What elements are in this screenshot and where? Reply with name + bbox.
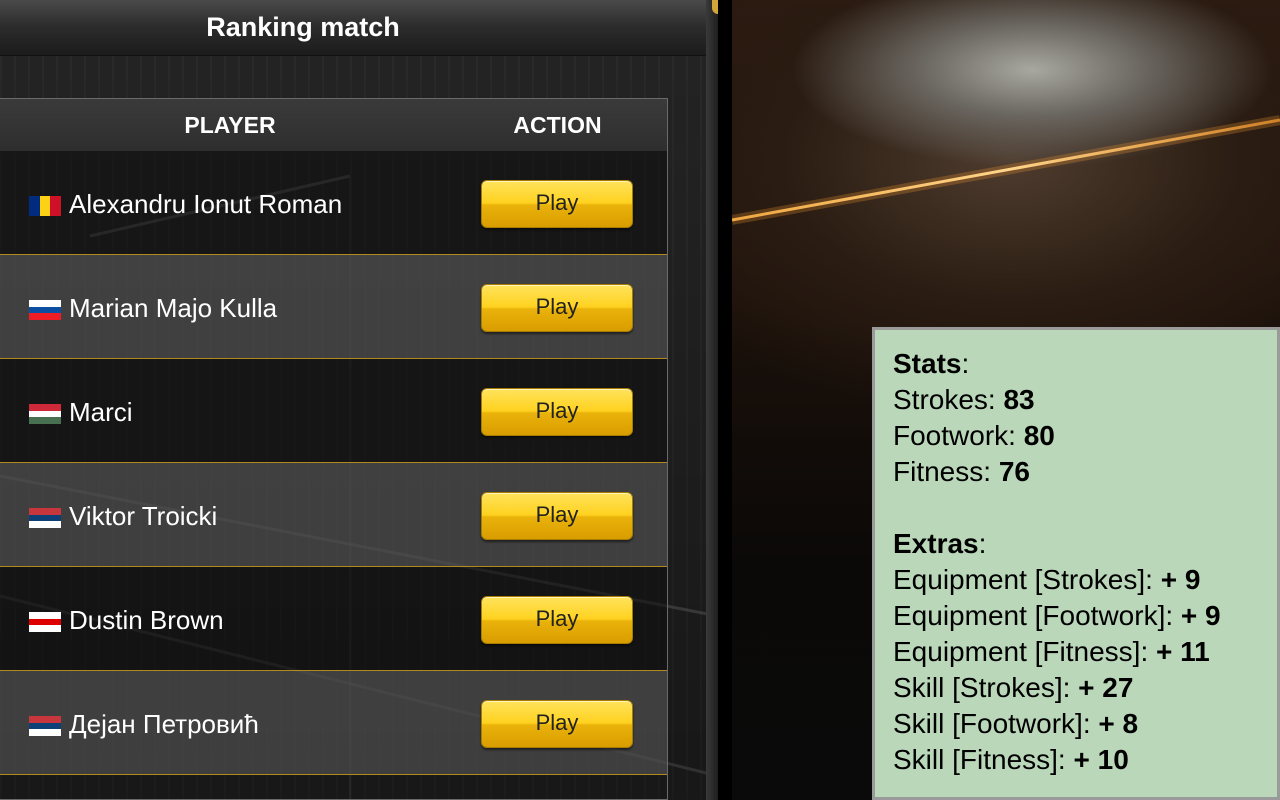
play-button[interactable]: Play xyxy=(481,388,633,436)
extra-value: + 9 xyxy=(1160,564,1201,595)
table-row: Дејан Петровић Play xyxy=(0,671,667,775)
player-name[interactable]: Marian Majo Kulla xyxy=(69,290,277,326)
extra-skill-footwork: Skill [Footwork]: + 8 xyxy=(893,706,1277,742)
panel-corner-accent xyxy=(712,0,718,14)
player-name[interactable]: Marci xyxy=(69,394,133,430)
table-row: Marci Play xyxy=(0,359,667,463)
stat-strokes: Strokes: 83 xyxy=(893,382,1277,418)
play-button[interactable]: Play xyxy=(481,492,633,540)
extra-label: Equipment [Fitness]: xyxy=(893,636,1157,667)
stats-panel: Stats: Strokes: 83 Footwork: 80 Fitness:… xyxy=(872,327,1280,800)
extra-value: + 11 xyxy=(1156,636,1210,667)
player-name[interactable]: Dustin Brown xyxy=(69,602,224,638)
extra-value: + 10 xyxy=(1073,744,1129,775)
extra-value: + 8 xyxy=(1098,708,1139,739)
table-row: Viktor Troicki Play xyxy=(0,463,667,567)
extras-heading: Extras xyxy=(893,528,979,559)
extra-label: Equipment [Footwork]: xyxy=(893,600,1181,631)
colon: : xyxy=(978,528,987,559)
panel-edge xyxy=(706,0,718,800)
stat-fitness: Fitness: 76 xyxy=(893,454,1277,490)
extra-equipment-strokes: Equipment [Strokes]: + 9 xyxy=(893,562,1277,598)
extras-heading-line: Extras: xyxy=(893,526,1277,562)
stat-footwork: Footwork: 80 xyxy=(893,418,1277,454)
panel-title: Ranking match xyxy=(206,12,400,42)
player-name[interactable]: Дејан Петровић xyxy=(69,706,259,742)
extra-value: + 27 xyxy=(1078,672,1134,703)
panel-title-bar: Ranking match xyxy=(0,0,718,56)
stats-heading-line: Stats: xyxy=(893,346,1277,382)
serbia-flag-icon xyxy=(29,716,61,736)
ranking-table: PLAYER ACTION Alexandru Ionut Roman Play… xyxy=(0,98,668,800)
play-button[interactable]: Play xyxy=(481,284,633,332)
extra-label: Skill [Strokes]: xyxy=(893,672,1079,703)
extra-label: Skill [Footwork]: xyxy=(893,708,1099,739)
germany-flag-icon xyxy=(29,612,61,632)
hungary-flag-icon xyxy=(29,404,61,424)
stat-label: Footwork: xyxy=(893,420,1024,451)
table-header: PLAYER ACTION xyxy=(0,99,667,151)
extra-equipment-footwork: Equipment [Footwork]: + 9 xyxy=(893,598,1277,634)
stat-value: 76 xyxy=(998,456,1030,487)
table-row: Dustin Brown Play xyxy=(0,567,667,671)
extra-skill-fitness: Skill [Fitness]: + 10 xyxy=(893,742,1277,778)
table-row: Marian Majo Kulla Play xyxy=(0,255,667,359)
stat-label: Fitness: xyxy=(893,456,999,487)
table-body: Alexandru Ionut Roman Play Marian Majo K… xyxy=(0,151,667,775)
stat-value: 80 xyxy=(1023,420,1055,451)
slovakia-flag-icon xyxy=(29,300,61,320)
extra-skill-strokes: Skill [Strokes]: + 27 xyxy=(893,670,1277,706)
player-name[interactable]: Viktor Troicki xyxy=(69,498,217,534)
play-button[interactable]: Play xyxy=(481,180,633,228)
ranking-panel: Ranking match PLAYER ACTION Alexandru Io… xyxy=(0,0,718,800)
light-streak xyxy=(732,115,1280,225)
action-column-header: ACTION xyxy=(513,112,602,138)
table-row: Alexandru Ionut Roman Play xyxy=(0,151,667,255)
extra-value: + 9 xyxy=(1180,600,1221,631)
stats-heading: Stats xyxy=(893,348,962,379)
extra-label: Skill [Fitness]: xyxy=(893,744,1074,775)
stat-value: 83 xyxy=(1003,384,1035,415)
player-name[interactable]: Alexandru Ionut Roman xyxy=(69,186,342,222)
colon: : xyxy=(961,348,970,379)
play-button[interactable]: Play xyxy=(481,596,633,644)
extra-equipment-fitness: Equipment [Fitness]: + 11 xyxy=(893,634,1277,670)
serbia-flag-icon xyxy=(29,508,61,528)
play-button[interactable]: Play xyxy=(481,700,633,748)
romania-flag-icon xyxy=(29,196,61,216)
player-column-header: PLAYER xyxy=(184,112,276,138)
extra-label: Equipment [Strokes]: xyxy=(893,564,1161,595)
stat-label: Strokes: xyxy=(893,384,1004,415)
